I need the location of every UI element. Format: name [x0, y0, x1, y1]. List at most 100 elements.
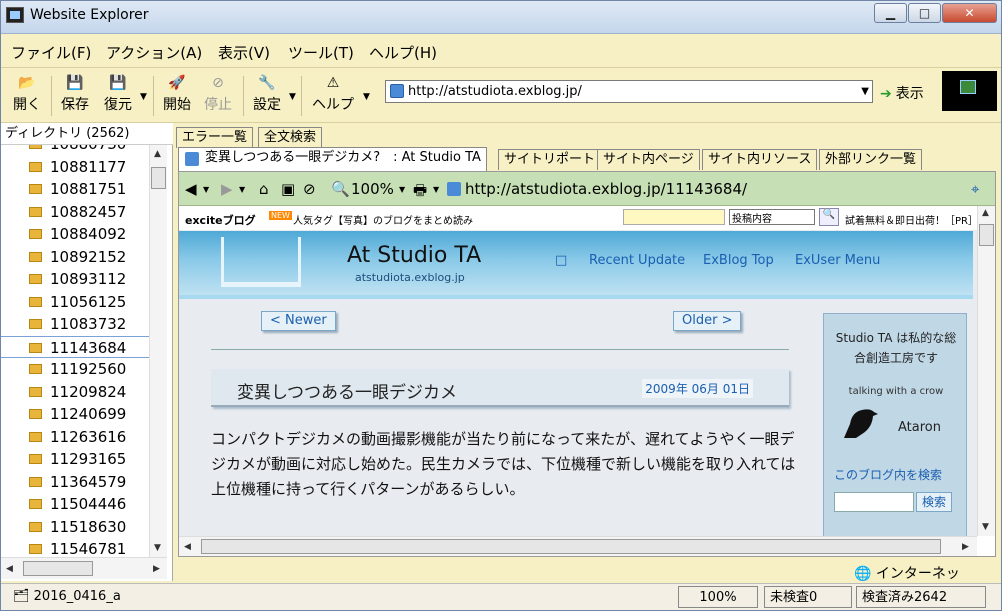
- help-dropdown-icon[interactable]: ▼: [363, 92, 370, 102]
- settings-button[interactable]: 🔧 設定: [251, 74, 283, 120]
- zoom-icon[interactable]: 🔍: [331, 180, 350, 198]
- scroll-up-icon[interactable]: ▲: [154, 149, 161, 159]
- tab-fulltext-search[interactable]: 全文検索: [258, 127, 323, 148]
- start-button[interactable]: 🚀 開始: [161, 74, 193, 120]
- print-dropdown-icon[interactable]: ▼: [433, 185, 439, 194]
- help-button[interactable]: ⚠ ヘルプ: [309, 74, 357, 120]
- menu-help[interactable]: ヘルプ(H): [369, 42, 437, 63]
- maximize-button[interactable]: □: [908, 3, 941, 23]
- excite-search-input[interactable]: [623, 209, 725, 225]
- older-button[interactable]: Older >: [673, 311, 742, 331]
- nav-recent-update[interactable]: Recent Update: [589, 253, 685, 268]
- tab-site-report[interactable]: サイトリポート: [498, 149, 602, 170]
- rocket-icon: 🚀: [168, 75, 186, 91]
- scroll-down-icon[interactable]: ▼: [982, 522, 989, 532]
- restore-dropdown-icon[interactable]: ▼: [140, 92, 147, 102]
- popular-tag-link[interactable]: 人気タグ【写真】のブログをまとめ読み: [293, 212, 473, 227]
- side-search-button[interactable]: 検索: [916, 492, 952, 512]
- excite-search-select[interactable]: 投稿内容: [729, 209, 815, 225]
- promo-link[interactable]: 試着無料＆即日出荷！［PR］: [845, 212, 977, 227]
- zoom-level[interactable]: 100%: [351, 180, 394, 198]
- list-item[interactable]: 10881751: [1, 178, 149, 201]
- tab-error-list[interactable]: エラー一覧: [176, 127, 254, 148]
- open-button[interactable]: 📂 開く: [11, 74, 43, 120]
- back-dropdown-icon[interactable]: ▼: [203, 185, 209, 194]
- list-item-selected[interactable]: 11143684: [1, 335, 149, 358]
- tab-site-pages[interactable]: サイト内ページ: [597, 149, 700, 170]
- directory-horizontal-scrollbar[interactable]: ◀ ▶: [1, 557, 167, 579]
- note-icon[interactable]: ▣: [281, 180, 295, 198]
- zoom-dropdown-icon[interactable]: ▼: [399, 185, 405, 194]
- minimize-button[interactable]: ▁: [874, 3, 907, 23]
- restore-button[interactable]: 💾 復元: [101, 74, 135, 120]
- side-search-input[interactable]: [834, 492, 914, 512]
- scroll-right-icon[interactable]: ▶: [153, 564, 160, 574]
- scroll-thumb[interactable]: [23, 561, 93, 576]
- list-item[interactable]: 11240699: [1, 403, 149, 426]
- list-item[interactable]: 10882457: [1, 201, 149, 224]
- scroll-left-icon[interactable]: ◀: [184, 542, 191, 552]
- scroll-thumb[interactable]: [979, 224, 994, 246]
- menu-tools[interactable]: ツール(T): [288, 42, 354, 63]
- nav-exuser-menu[interactable]: ExUser Menu: [795, 253, 880, 268]
- app-window: Website Explorer ▁ □ ✕ ファイル(F) アクション(A) …: [0, 0, 1002, 611]
- list-item[interactable]: 10892152: [1, 246, 149, 269]
- toolbar-separator: [51, 76, 52, 116]
- scroll-thumb[interactable]: [151, 167, 166, 189]
- list-item[interactable]: 11518630: [1, 516, 149, 539]
- settings-dropdown-icon[interactable]: ▼: [289, 92, 296, 102]
- menu-view[interactable]: 表示(V): [218, 42, 270, 63]
- list-item[interactable]: 10893112: [1, 268, 149, 291]
- scroll-left-icon[interactable]: ◀: [6, 564, 13, 574]
- list-item[interactable]: 10884092: [1, 223, 149, 246]
- forward-icon[interactable]: ▶: [221, 180, 233, 198]
- list-item[interactable]: 11293165: [1, 448, 149, 471]
- back-icon[interactable]: ◀: [185, 180, 197, 198]
- list-item[interactable]: 10881177: [1, 156, 149, 179]
- stop-button[interactable]: ⊘ 停止: [202, 74, 234, 120]
- scroll-thumb[interactable]: [201, 539, 941, 554]
- list-item[interactable]: 11209824: [1, 381, 149, 404]
- excite-logo[interactable]: exciteブログ: [185, 212, 256, 228]
- url-dropdown-icon[interactable]: ▼: [861, 81, 869, 102]
- list-item[interactable]: 11546781: [1, 538, 149, 557]
- url-input[interactable]: http://atstudiota.exblog.jp/▼: [385, 80, 873, 103]
- page-vertical-scrollbar[interactable]: ▲ ▼: [977, 206, 995, 536]
- menu-file[interactable]: ファイル(F): [11, 42, 91, 63]
- blog-title[interactable]: At Studio TA: [347, 243, 481, 268]
- tab-page-view[interactable]: 変異しつつある一眼デジカメ? : At Studio TA: [178, 147, 487, 171]
- menu-action[interactable]: アクション(A): [106, 42, 202, 63]
- tab-external-links[interactable]: 外部リンク一覧: [819, 149, 923, 170]
- newer-button[interactable]: < Newer: [261, 311, 336, 331]
- scroll-up-icon[interactable]: ▲: [982, 208, 989, 218]
- nav-exblog-top[interactable]: ExBlog Top: [703, 253, 774, 268]
- close-button[interactable]: ✕: [942, 3, 997, 23]
- new-badge: NEW: [269, 211, 292, 220]
- list-item[interactable]: 11364579: [1, 471, 149, 494]
- folder-icon: [29, 251, 42, 262]
- home-icon[interactable]: ⌂: [259, 180, 269, 198]
- status-checked: 検査済み2642: [856, 586, 986, 608]
- search-icon[interactable]: 🔍: [819, 208, 839, 226]
- print-icon[interactable]: 🖶: [413, 180, 427, 205]
- list-item[interactable]: 11504446: [1, 493, 149, 516]
- page-horizontal-scrollbar[interactable]: ◀ ▶: [179, 536, 977, 556]
- stop-icon[interactable]: ⊘: [303, 180, 316, 198]
- list-item[interactable]: 10880730: [1, 145, 149, 156]
- list-item[interactable]: 11083732: [1, 313, 149, 336]
- directory-vertical-scrollbar[interactable]: ▲ ▼: [149, 145, 167, 557]
- list-item[interactable]: 11192560: [1, 358, 149, 381]
- save-button[interactable]: 💾 保存: [59, 74, 91, 120]
- tab-site-resources[interactable]: サイト内リソース: [702, 149, 818, 170]
- list-item[interactable]: 11056125: [1, 291, 149, 314]
- scroll-right-icon[interactable]: ▶: [962, 542, 969, 552]
- list-item[interactable]: 11263616: [1, 426, 149, 449]
- forward-dropdown-icon[interactable]: ▼: [239, 185, 245, 194]
- scroll-down-icon[interactable]: ▼: [154, 543, 161, 553]
- go-button[interactable]: ➔ 表示: [880, 83, 924, 103]
- nav-square-link[interactable]: □: [555, 253, 567, 268]
- post-area: < Newer Older > 変異しつつある一眼デジカメ 2009年 06月 …: [179, 303, 819, 536]
- crosshair-icon[interactable]: ⌖: [971, 180, 979, 198]
- toolbar-separator: [153, 76, 154, 116]
- browser-url[interactable]: http://atstudiota.exblog.jp/11143684/: [465, 180, 747, 198]
